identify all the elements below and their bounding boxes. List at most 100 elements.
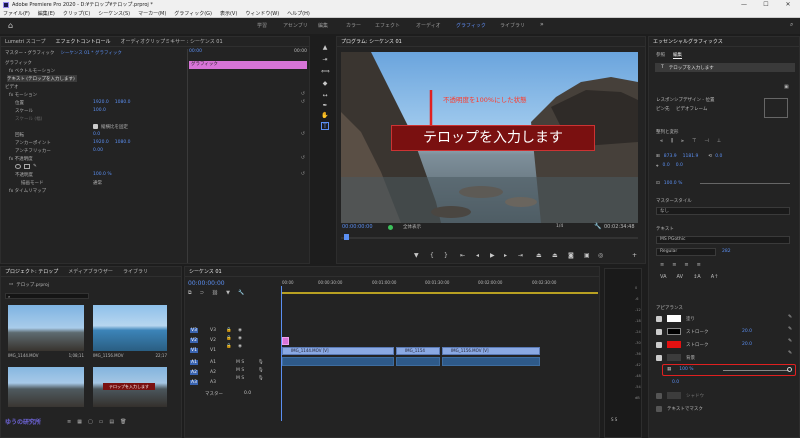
workspace-audio[interactable]: オーディオ [416,22,441,29]
shadow-checkbox[interactable] [656,392,662,399]
menu-graphics[interactable]: グラフィック(G) [174,10,212,17]
workspace-edit[interactable]: 編集 [318,22,328,29]
home-icon[interactable]: ⌂ [8,21,13,30]
eyedropper-icon[interactable]: ✎ [788,326,792,332]
layer-item[interactable]: T テロップを入力します [655,63,795,72]
go-to-in-icon[interactable]: ⇤ [460,252,465,259]
timeline-timecode[interactable]: 00:00:00:00 [188,280,225,287]
icon-view-icon[interactable]: ▦ [77,419,82,425]
tab-effect-controls[interactable]: エフェクトコントロール [56,38,111,45]
compare-icon[interactable]: ▣ [584,252,590,259]
graphic-clip-bar[interactable]: グラフィック [189,61,307,69]
freeform-view-icon[interactable]: ▢ [88,419,93,425]
menu-window[interactable]: ウィンドウ(W) [245,10,279,17]
menu-clip[interactable]: クリップ(C) [63,10,90,17]
delete-icon[interactable]: 🗑 [120,419,126,425]
rotation-value[interactable]: 0.0 [715,154,722,159]
opacity-slider-handle[interactable] [787,367,792,372]
sequence-clip-label[interactable]: シーケンス 01 * グラフィック [60,50,121,56]
track-target-v3[interactable]: V3 [190,328,198,333]
align-bottom-icon[interactable]: ⊥ [717,138,721,144]
new-layer-icon[interactable]: ▣ [784,84,789,90]
fit-select[interactable]: 全体表示 [403,224,421,230]
minimize-icon[interactable]: — [733,0,755,9]
mask-checkbox[interactable] [656,405,662,412]
search-icon[interactable]: ⌕ [790,21,793,29]
slip-tool-icon[interactable]: ↔ [321,92,329,100]
nest-icon[interactable]: ⧉ [188,290,192,296]
menu-sequence[interactable]: シーケンス(S) [98,10,130,17]
reset-icon[interactable]: ↺ [301,99,305,105]
menu-file[interactable]: ファイル(F) [3,10,30,17]
align-left-icon[interactable]: ⫷ [660,138,663,144]
audio-clip[interactable] [282,357,394,366]
ec-row[interactable]: アンカーポイント 1920.0 1080.0 [15,139,131,146]
lock-icon[interactable]: 🔒 [226,344,232,349]
ripple-edit-icon[interactable]: ⟺ [321,68,330,76]
menu-edit[interactable]: 編集(E) [38,10,55,17]
pen-mask-icon[interactable]: ✎ [33,164,37,169]
eyedropper-icon[interactable]: ✎ [788,314,792,320]
telop-text[interactable]: テロップを入力します [391,125,595,151]
track-target-a2[interactable]: A2 [190,370,198,375]
menu-help[interactable]: ヘルプ(H) [287,10,310,17]
ec-row[interactable]: 描画モード 通常 [21,179,102,186]
ec-row[interactable]: ✎ [15,163,37,170]
mark-in-icon[interactable]: { [430,252,434,259]
baseline-icon[interactable]: A↑ [711,274,719,280]
quality-select[interactable]: 1/4 [556,224,563,229]
video-clip[interactable]: IMG_1144.MOV [V] [282,347,394,355]
play-icon[interactable]: ▶ [490,252,495,259]
ec-row[interactable]: 縦横比を固定 [93,123,128,130]
opacity-value[interactable]: 100 % [679,367,693,372]
program-timecode[interactable]: 00:00:00:00 [342,224,373,230]
align-center-icon[interactable]: ⫼ [671,138,673,144]
track-target-a1[interactable]: A1 [190,360,198,365]
ec-row[interactable]: fx タイムリマップ [9,187,46,194]
extract-icon[interactable]: ⏏ [552,252,558,259]
font-weight-select[interactable]: Regular [656,248,716,256]
video-clip[interactable]: IMG_1154 [396,347,440,355]
pin-widget[interactable] [764,98,788,118]
ec-row[interactable]: アンチフリッカー 0.00 [15,147,103,154]
thumbnail[interactable] [8,305,84,351]
align-right-icon[interactable]: ⫸ [681,138,684,144]
mute-solo-icon[interactable]: M S [236,376,244,381]
tab-media-browser[interactable]: メディアブラウザー [68,268,113,275]
track-target-a3[interactable]: A3 [190,380,198,385]
playhead-icon[interactable] [344,234,349,240]
track-target-v1[interactable]: V1 [190,348,198,353]
lift-icon[interactable]: ⏏ [536,252,542,259]
scale-slider[interactable] [700,183,790,184]
linked-icon[interactable]: ⛓ [212,290,218,296]
stroke1-checkbox[interactable] [656,328,662,335]
essential-graphics-title[interactable]: エッセンシャルグラフィックス [653,38,723,45]
reset-icon[interactable]: ↺ [301,91,305,97]
thumbnail[interactable]: テロップを入力します [93,367,167,407]
razor-icon[interactable]: ◆ [321,80,329,88]
track-label-v1[interactable]: V1 [210,348,216,353]
align-middle-icon[interactable]: ⊣ [704,138,708,144]
aspect-lock-checkbox[interactable] [93,124,98,129]
ec-row[interactable]: 位置 1920.0 1080.0 [15,99,131,106]
ec-row[interactable]: fx 不透明度 [9,155,33,162]
stroke1-swatch[interactable] [667,328,681,335]
pen-tool-icon[interactable]: ✒ [321,102,329,110]
video-clip[interactable]: IMG_1156.MOV [V] [442,347,540,355]
mic-icon[interactable]: 🎙 [258,376,264,381]
step-back-icon[interactable]: ◂ [476,252,479,259]
tab-browse[interactable]: 参照 [656,52,665,59]
tab-libraries[interactable]: ライブラリ [123,268,148,275]
maximize-icon[interactable]: ☐ [755,0,777,9]
workspace-color[interactable]: カラー [346,22,361,29]
shadow-swatch[interactable] [667,392,681,399]
eyedropper-icon[interactable]: ✎ [788,350,792,356]
font-size-value[interactable]: 282 [722,249,731,254]
mic-icon[interactable]: 🎙 [258,360,264,365]
wrench-icon[interactable]: 🔧 [594,223,601,230]
tab-audio-clip-mixer[interactable]: オーディオクリップミキサー : シーケンス 01 [121,38,223,45]
program-scrubber[interactable] [341,237,638,239]
workspace-more-icon[interactable]: » [540,21,544,28]
tab-edit[interactable]: 編集 [673,52,682,59]
pin-select[interactable]: ビデオフレーム [676,106,707,112]
